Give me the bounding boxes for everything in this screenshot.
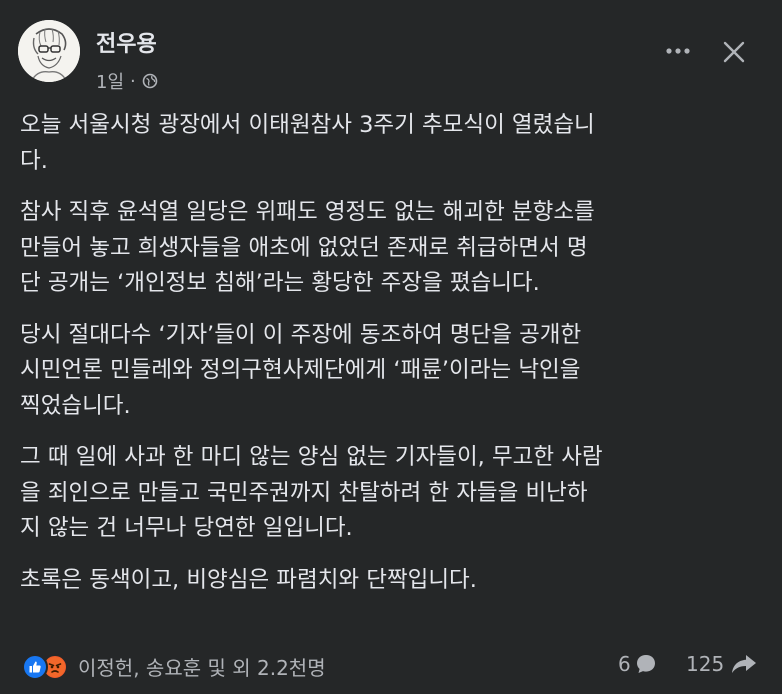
post-paragraph: 초록은 동색이고, 비양심은 파렴치와 단짝입니다. — [20, 563, 765, 599]
shares-count[interactable]: 125 — [686, 652, 758, 676]
comments-count[interactable]: 6 — [618, 652, 657, 676]
text-line: 만들어 놓고 희생자들을 애초에 없었던 존재로 취급하면서 명 — [20, 234, 588, 261]
text-line: 찍었습니다. — [20, 392, 131, 419]
post-paragraph: 오늘 서울시청 광장에서 이태원참사 3주기 추모식이 열렸습니 다. — [20, 108, 765, 179]
post-footer: 이정헌, 송요훈 및 외 2.2천명 6 125 — [0, 640, 782, 694]
post-body: 오늘 서울시청 광장에서 이태원참사 3주기 추모식이 열렸습니 다. 참사 직… — [20, 108, 765, 614]
text-line: 당시 절대다수 ‘기자’들이 이 주장에 동조하여 명단을 공개한 — [20, 321, 582, 348]
comment-count-value: 6 — [618, 652, 631, 676]
globe-icon[interactable] — [142, 73, 158, 89]
post-paragraph: 당시 절대다수 ‘기자’들이 이 주장에 동조하여 명단을 공개한 시민언론 민… — [20, 318, 765, 425]
author-name[interactable]: 전우용 — [96, 26, 157, 58]
meta-separator: · — [130, 70, 136, 92]
reactions-summary[interactable]: 이정헌, 송요훈 및 외 2.2천명 — [22, 652, 326, 681]
avatar-sketch-icon — [18, 20, 80, 82]
post-time[interactable]: 1일 — [96, 68, 124, 94]
text-line: 참사 직후 윤석열 일당은 위패도 영정도 없는 해괴한 분향소를 — [20, 199, 595, 225]
reactions-text: 이정헌, 송요훈 및 외 2.2천명 — [78, 656, 326, 680]
close-button[interactable] — [714, 32, 754, 72]
share-icon — [730, 653, 758, 675]
text-line: 그 때 일에 사과 한 마디 않는 양심 없는 기자들이, 무고한 사람 — [20, 444, 603, 470]
avatar[interactable] — [18, 20, 80, 82]
text-line: 오늘 서울시청 광장에서 이태원참사 3주기 추모식이 열렸습니 — [20, 112, 595, 138]
more-options-button[interactable] — [658, 36, 698, 66]
close-icon — [723, 41, 745, 63]
text-line: 시민언론 민들레와 정의구현사제단에게 ‘패륜’이라는 낙인을 — [20, 357, 581, 383]
share-count-value: 125 — [686, 652, 725, 676]
comment-icon — [635, 653, 657, 675]
more-horizontal-icon — [666, 48, 690, 54]
text-line: 지 않는 건 너무나 당연한 일입니다. — [20, 515, 353, 541]
text-line: 초록은 동색이고, 비양심은 파렴치와 단짝입니다. — [20, 566, 477, 593]
text-line: 을 죄인으로 만들고 국민주권까지 찬탈하려 한 자들을 비난하 — [20, 479, 588, 506]
post-paragraph: 참사 직후 윤석열 일당은 위패도 영정도 없는 해괴한 분향소를 만들어 놓고… — [20, 195, 765, 302]
text-line: 단 공개는 ‘개인정보 침해’라는 황당한 주장을 폈습니다. — [20, 270, 540, 296]
like-icon — [22, 653, 48, 680]
post-header: 전우용 1일 · — [0, 0, 782, 110]
post-paragraph: 그 때 일에 사과 한 마디 않는 양심 없는 기자들이, 무고한 사람 을 죄… — [20, 440, 765, 547]
text-line: 다. — [20, 147, 48, 174]
post-meta: 1일 · — [96, 68, 158, 94]
